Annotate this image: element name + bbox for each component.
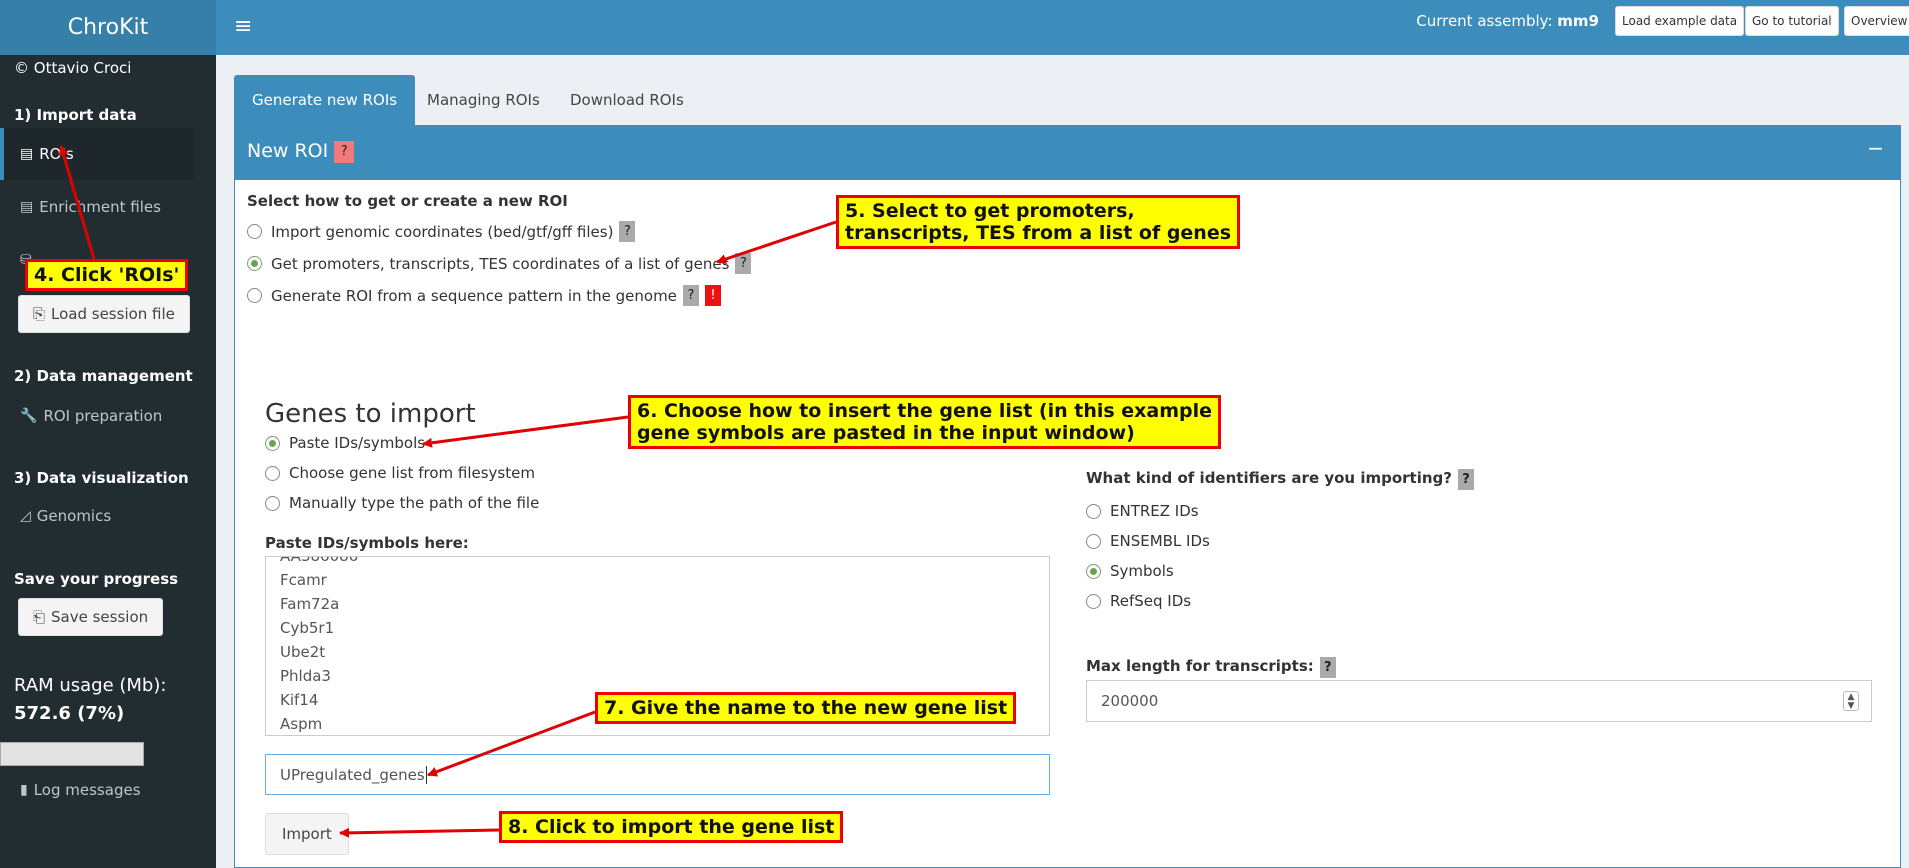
book-icon: ▮ xyxy=(20,782,28,798)
go-to-tutorial-button[interactable]: Go to tutorial xyxy=(1745,6,1839,36)
tab-generate-new-rois[interactable]: Generate new ROIs xyxy=(234,75,416,125)
sidebar-item-genomics[interactable]: ◿ Genomics xyxy=(0,490,194,542)
max-length-input[interactable]: 200000 ▲ ▼ xyxy=(1086,680,1872,722)
text-caret xyxy=(425,765,427,784)
file-import-icon: ⎘ xyxy=(33,305,46,323)
help-icon[interactable]: ? xyxy=(682,285,699,306)
annotation-step-7: 7. Give the name to the new gene list xyxy=(595,692,1017,724)
section-data-visualization: 3) Data visualization xyxy=(14,469,189,487)
tab-managing-rois[interactable]: Managing ROIs xyxy=(409,75,558,125)
identifier-type-label: What kind of identifiers are you importi… xyxy=(1086,469,1474,490)
wrench-icon: 🔧 xyxy=(20,408,38,424)
ram-usage-label: RAM usage (Mb): xyxy=(14,675,167,696)
import-button[interactable]: Import xyxy=(265,813,349,855)
radio-button[interactable] xyxy=(1086,503,1101,519)
help-icon[interactable]: ? xyxy=(735,253,752,274)
radio-button-selected[interactable] xyxy=(1086,563,1101,579)
ram-usage-value: 572.6 (7%) xyxy=(14,703,125,724)
top-navbar: ≡ Current assembly: mm9 Load example dat… xyxy=(216,0,1909,55)
radio-get-promoters-transcripts[interactable]: Get promoters, transcripts, TES coordina… xyxy=(247,253,752,274)
section-import-data: 1) Import data xyxy=(14,106,137,124)
select-roi-method-label: Select how to get or create a new ROI xyxy=(247,192,568,210)
radio-button[interactable] xyxy=(265,495,280,511)
ram-usage-bar xyxy=(0,742,144,766)
radio-choose-from-filesystem[interactable]: Choose gene list from filesystem xyxy=(265,464,535,482)
radio-button-selected[interactable] xyxy=(265,435,280,451)
load-session-button[interactable]: ⎘ Load session file xyxy=(18,295,190,333)
radio-import-genomic-coordinates[interactable]: Import genomic coordinates (bed/gtf/gff … xyxy=(247,221,636,242)
sidebar-item-rois[interactable]: ▤ ROIs xyxy=(0,128,194,180)
radio-entrez-ids[interactable]: ENTREZ IDs xyxy=(1086,502,1199,520)
save-progress-heading: Save your progress xyxy=(14,570,179,588)
current-assembly: Current assembly: mm9 xyxy=(1416,12,1599,30)
radio-paste-ids[interactable]: Paste IDs/symbols xyxy=(265,434,425,452)
radio-button[interactable] xyxy=(265,465,280,481)
warning-icon[interactable]: ! xyxy=(704,285,721,306)
sidebar-item-log-messages[interactable]: ▮ Log messages xyxy=(0,764,194,816)
genes-to-import-heading: Genes to import xyxy=(265,399,476,429)
tab-download-rois[interactable]: Download ROIs xyxy=(552,75,702,125)
box-title: New ROI? xyxy=(247,140,355,163)
file-icon: ▤ xyxy=(20,199,34,215)
annotation-step-6: 6. Choose how to insert the gene list (i… xyxy=(628,395,1222,449)
save-session-button[interactable]: ⎗ Save session xyxy=(18,598,164,636)
number-spinner[interactable]: ▲ ▼ xyxy=(1843,691,1859,711)
app-logo[interactable]: ChroKit xyxy=(0,0,216,55)
section-data-management: 2) Data management xyxy=(14,367,193,385)
sidebar-item-roi-preparation[interactable]: 🔧 ROI preparation xyxy=(0,390,194,442)
max-length-label: Max length for transcripts:? xyxy=(1086,657,1336,678)
help-icon[interactable]: ? xyxy=(334,140,355,163)
radio-button[interactable] xyxy=(247,224,262,239)
annotation-step-5: 5. Select to get promoters, transcripts,… xyxy=(836,195,1241,249)
radio-symbols[interactable]: Symbols xyxy=(1086,562,1174,580)
radio-button[interactable] xyxy=(1086,593,1101,609)
load-example-data-button[interactable]: Load example data xyxy=(1615,6,1745,36)
radio-manual-file-path[interactable]: Manually type the path of the file xyxy=(265,494,539,512)
area-chart-icon: ◿ xyxy=(20,508,31,524)
help-icon[interactable]: ? xyxy=(1457,469,1474,490)
copyright: © Ottavio Croci xyxy=(14,59,132,77)
radio-button-selected[interactable] xyxy=(247,256,262,271)
sidebar-item-label: ROI preparation xyxy=(43,407,163,425)
file-export-icon: ⎗ xyxy=(33,608,46,626)
radio-generate-from-sequence-pattern[interactable]: Generate ROI from a sequence pattern in … xyxy=(247,285,721,306)
sidebar-item-label: ROIs xyxy=(39,145,74,163)
radio-ensembl-ids[interactable]: ENSEMBL IDs xyxy=(1086,532,1210,550)
collapse-icon[interactable]: − xyxy=(1867,136,1884,160)
sidebar-item-label: Genomics xyxy=(36,507,112,525)
gene-list-name-input[interactable]: UPregulated_genes xyxy=(265,754,1050,795)
box-header: New ROI? − xyxy=(235,126,1900,180)
sidebar-item-label: Enrichment files xyxy=(39,198,161,216)
radio-button[interactable] xyxy=(1086,533,1101,549)
help-icon[interactable]: ? xyxy=(1319,657,1336,678)
file-icon: ▤ xyxy=(20,146,34,162)
radio-button[interactable] xyxy=(247,288,262,303)
overview-button[interactable]: Overview xyxy=(1844,6,1909,36)
paste-ids-label: Paste IDs/symbols here: xyxy=(265,534,469,552)
annotation-step-8: 8. Click to import the gene list xyxy=(499,811,844,843)
sidebar-item-enrichment-files[interactable]: ▤ Enrichment files xyxy=(0,181,194,233)
radio-refseq-ids[interactable]: RefSeq IDs xyxy=(1086,592,1191,610)
menu-toggle-icon[interactable]: ≡ xyxy=(234,14,252,39)
sidebar-item-label: Log messages xyxy=(33,781,141,799)
annotation-step-4: 4. Click 'ROIs' xyxy=(25,259,189,291)
help-icon[interactable]: ? xyxy=(619,221,636,242)
sidebar: ChroKit © Ottavio Croci 1) Import data ▤… xyxy=(0,0,216,868)
